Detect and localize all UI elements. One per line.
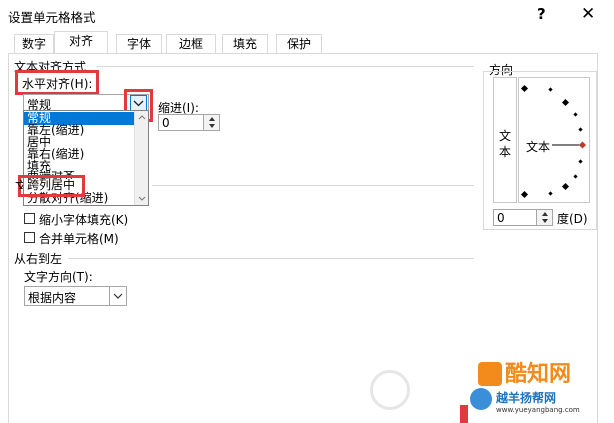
text-control-group-label-fragment: 文	[15, 179, 23, 189]
degree-label: 度(D)	[557, 212, 588, 226]
horizontal-text: 文本	[526, 140, 551, 154]
close-button[interactable]: ✕	[581, 4, 595, 24]
site-logo-icon	[470, 388, 492, 410]
highlight-box-label	[15, 70, 99, 95]
dropdown-arrow-button[interactable]	[130, 95, 147, 111]
degree-value: 0	[497, 211, 505, 225]
group-divider	[68, 258, 474, 259]
merge-cells-checkbox[interactable]	[24, 232, 35, 243]
tab-number[interactable]: 数字	[14, 34, 54, 54]
brand-text: 酷知网	[505, 362, 572, 387]
vertical-text: 文本	[499, 129, 512, 159]
chevron-down-icon	[113, 293, 123, 299]
help-button[interactable]: ?	[537, 5, 546, 23]
text-direction-value: 根据内容	[28, 291, 77, 305]
scroll-down-icon	[138, 196, 146, 201]
scroll-up-icon	[138, 115, 146, 120]
indent-spinner[interactable]: 0	[158, 114, 220, 131]
chevron-down-icon	[133, 100, 144, 107]
orientation-dial[interactable]: 文本	[518, 77, 590, 203]
degree-spinner[interactable]: 0	[493, 209, 553, 226]
down-arrow-icon	[542, 219, 548, 223]
dropdown-scrollbar[interactable]	[134, 111, 148, 205]
dialog-title: 设置单元格格式	[8, 10, 96, 25]
tab-border[interactable]: 边框	[166, 34, 216, 54]
merge-cells-label: 合并单元格(M)	[39, 232, 119, 246]
shrink-to-fit-checkbox[interactable]	[24, 213, 35, 224]
up-arrow-icon	[209, 117, 215, 121]
indent-stepper[interactable]	[203, 115, 219, 130]
shrink-to-fit-label: 缩小字体填充(K)	[39, 213, 129, 227]
group-divider	[96, 66, 474, 67]
indent-value: 0	[162, 116, 170, 130]
brand-logo-icon	[478, 362, 502, 386]
rtl-group-label: 从右到左	[14, 250, 67, 267]
tab-alignment[interactable]: 对齐	[54, 31, 108, 54]
down-arrow-icon	[209, 124, 215, 128]
degree-stepper[interactable]	[536, 210, 552, 225]
site-name: 越羊扬帮网	[496, 391, 557, 405]
highlight-box-option	[18, 175, 85, 197]
tab-font[interactable]: 字体	[116, 34, 162, 54]
up-arrow-icon	[542, 212, 548, 216]
title-bar: 设置单元格格式 ? ✕	[0, 0, 614, 30]
text-direction-select[interactable]: 根据内容	[24, 286, 127, 306]
text-direction-label: 文字方向(T):	[24, 270, 93, 284]
red-edge-fragment	[460, 405, 468, 423]
group-divider	[152, 185, 474, 186]
text-direction-dropdown-button[interactable]	[109, 287, 127, 305]
tab-fill[interactable]: 填充	[222, 34, 268, 54]
site-url: www.yueyangbang.com	[496, 406, 580, 414]
vertical-text-button[interactable]: 文本	[493, 77, 517, 203]
watermark-circle	[370, 370, 410, 410]
tab-protection[interactable]: 保护	[276, 34, 322, 54]
